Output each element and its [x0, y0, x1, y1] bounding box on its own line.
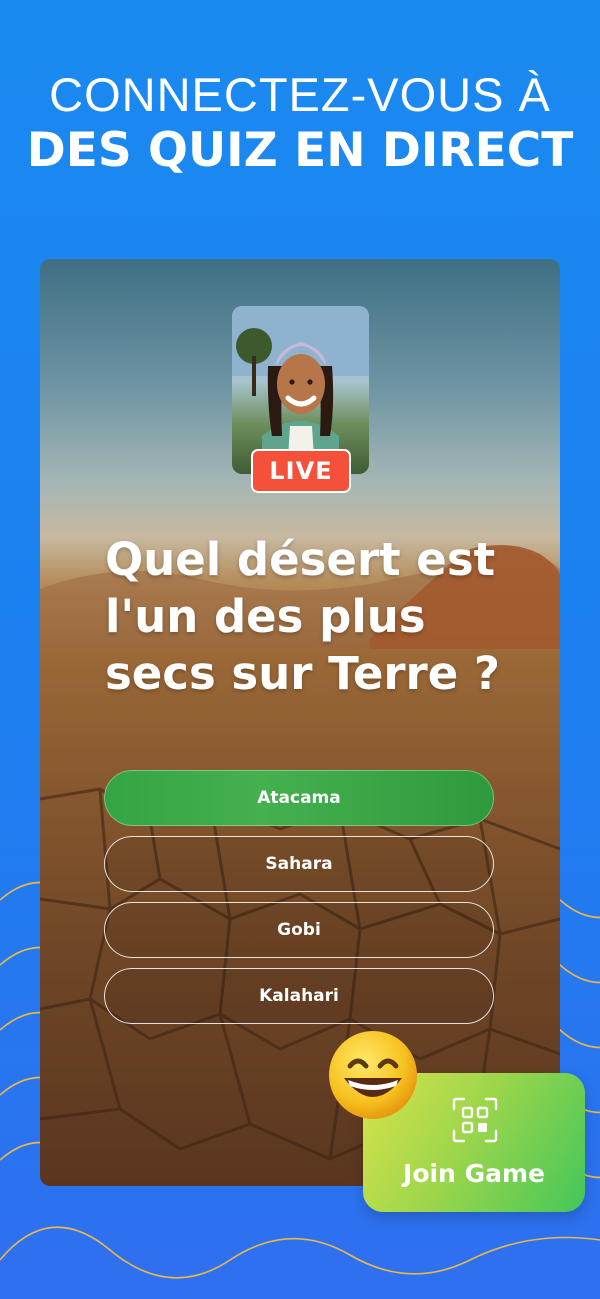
quiz-card: LIVE Quel désert est l'un des plus secs …	[40, 259, 560, 1186]
headline: CONNECTEZ-VOUS À DES QUIZ EN DIRECT	[0, 68, 600, 180]
headline-line-2: DES QUIZ EN DIRECT	[26, 123, 574, 178]
answer-option-gobi[interactable]: Gobi	[104, 902, 494, 958]
answer-option-atacama[interactable]: Atacama	[104, 770, 494, 826]
question-text: Quel désert est l'un des plus secs sur T…	[105, 531, 525, 702]
question-line-2: l'un des plus	[105, 590, 426, 643]
grinning-face-icon	[329, 1031, 417, 1119]
join-game-label: Join Game	[403, 1159, 545, 1188]
answer-option-kalahari[interactable]: Kalahari	[104, 968, 494, 1024]
live-badge: LIVE	[251, 449, 351, 493]
qr-code-icon	[452, 1097, 498, 1143]
headline-line-1: CONNECTEZ-VOUS À	[49, 68, 551, 121]
question-line-3: secs sur Terre ?	[105, 647, 501, 700]
question-line-1: Quel désert est	[105, 533, 496, 586]
answer-option-sahara[interactable]: Sahara	[104, 836, 494, 892]
